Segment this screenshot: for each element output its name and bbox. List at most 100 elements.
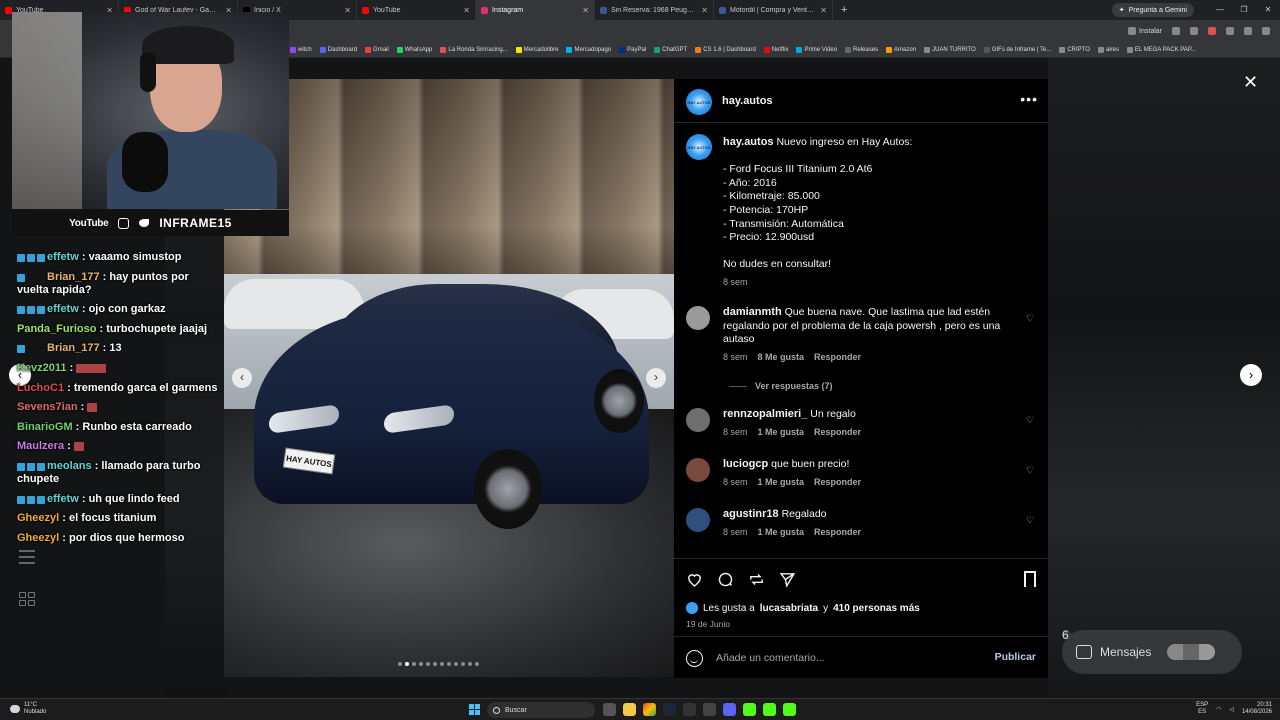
steam-icon[interactable] [663,703,676,716]
bookmark-item[interactable]: GIFs de Inframe | Te... [983,46,1051,53]
publish-button[interactable]: Publicar [995,651,1036,663]
chat-username[interactable]: Brian_177 [47,342,100,354]
comment-like-heart-icon[interactable]: ♡ [1026,466,1036,475]
kick-icon[interactable] [743,703,756,716]
bookmark-item[interactable]: Dashboard [319,46,357,53]
repost-icon[interactable] [748,571,765,588]
next-post-button[interactable]: › [1240,364,1262,386]
comment-likes[interactable]: 1 Me gusta [758,476,805,490]
app-icon[interactable] [703,703,716,716]
task-view-icon[interactable] [603,703,616,716]
chat-username[interactable]: Gheezyl [17,512,59,524]
bookmark-item[interactable]: Mercadopago [566,46,611,53]
reply-button[interactable]: Responder [814,426,861,440]
chat-username[interactable]: Maulzera [17,440,64,452]
bookmark-item[interactable]: CRIPTO [1059,46,1090,53]
close-modal-icon[interactable]: ✕ [1243,73,1258,91]
bookmark-item[interactable]: Amazon [886,46,916,53]
view-replies-button[interactable]: Ver respuestas (7) [729,381,833,391]
chat-username[interactable]: LuchoC1 [17,382,64,394]
more-options-icon[interactable]: ••• [1020,91,1038,107]
chrome-icon[interactable] [643,703,656,716]
volume-icon[interactable]: ◁ [1229,706,1234,713]
author-avatar[interactable]: HAY AUTOS [686,89,712,115]
commenter-username[interactable]: damianmth [723,306,782,318]
carousel-next-button[interactable]: › [646,368,666,388]
taskbar-search[interactable]: Buscar [487,702,595,718]
bookmark-item[interactable]: EL MEGA PACK PAP... [1126,46,1196,53]
bookmark-item[interactable]: Mercadolibre [515,46,558,53]
windows-start-icon[interactable] [469,704,480,715]
save-bookmark-icon[interactable] [1024,571,1036,587]
commenter-username[interactable]: luciogcp [723,458,768,470]
kick-icon[interactable] [763,703,776,716]
chat-username[interactable]: effetw [47,493,79,505]
share-icon[interactable] [779,571,796,588]
bookmark-item[interactable]: La Ronda Simracing... [440,46,508,53]
language-indicator[interactable]: ESP ES [1196,702,1208,716]
bookmark-item[interactable]: Gmail [365,46,389,53]
caption-avatar[interactable]: HAY AUTOS [686,134,712,160]
bookmark-item[interactable]: witch [290,46,312,53]
bookmark-item[interactable]: WhatsApp [396,46,432,53]
chat-username[interactable]: BinarioGM [17,421,73,433]
maximize-icon[interactable]: ❐ [1232,0,1256,20]
file-explorer-icon[interactable] [623,703,636,716]
chat-username[interactable]: Sevens7ian [17,401,78,413]
bookmark-item[interactable]: Releases [845,46,878,53]
minimize-icon[interactable]: — [1208,0,1232,20]
comment-icon[interactable] [717,571,734,588]
comment-like-heart-icon[interactable]: ♡ [1026,314,1036,323]
comment-like-heart-icon[interactable]: ♡ [1026,416,1036,425]
chat-username[interactable]: Panda_Furioso [17,323,96,335]
author-username[interactable]: hay.autos [722,95,773,107]
chat-username[interactable]: effetw [47,251,79,263]
commenter-avatar[interactable] [686,306,710,330]
likes-summary[interactable]: Les gusta a lucasabriata y 410 personas … [686,602,920,614]
commenter-avatar[interactable] [686,408,710,432]
kick-icon[interactable] [783,703,796,716]
app-icon[interactable] [683,703,696,716]
reply-button[interactable]: Responder [814,476,861,490]
bookmark-item[interactable]: aires [1097,46,1119,53]
discord-icon[interactable] [723,703,736,716]
chat-username[interactable]: Gheezyl [17,532,59,544]
apps-grid-icon[interactable] [19,592,35,606]
reply-button[interactable]: Responder [814,351,861,365]
like-heart-icon[interactable] [686,571,703,588]
chat-username[interactable]: meolans [47,460,92,472]
browser-tab[interactable]: Motordil | Compra y Venta de ✕ [714,0,833,20]
commenter-username[interactable]: rennzopalmieri_ [723,408,807,420]
comment-likes[interactable]: 1 Me gusta [758,526,805,540]
chat-username[interactable]: effetw [47,303,79,315]
messages-button[interactable]: Mensajes [1062,630,1242,674]
bookmark-item[interactable]: Prime Video [796,46,837,53]
menu-icon[interactable] [1262,27,1270,35]
browser-tab[interactable]: YouTube ✕ [357,0,476,20]
tab-close-icon[interactable]: ✕ [820,6,827,15]
tab-close-icon[interactable]: ✕ [344,6,351,15]
bookmark-item[interactable]: CS 1.6 | Dashboard [695,46,756,53]
profile-icon[interactable] [1226,27,1234,35]
extension-icon[interactable] [1208,27,1216,35]
tab-close-icon[interactable]: ✕ [463,6,470,15]
star-icon[interactable] [1190,27,1198,35]
wifi-icon[interactable]: ◠ [1216,706,1221,713]
bookmark-item[interactable]: JUAN TURRITO [924,46,976,53]
chat-username[interactable]: Brian_177 [47,271,100,283]
tab-close-icon[interactable]: ✕ [701,6,708,15]
reply-button[interactable]: Responder [814,526,861,540]
close-window-icon[interactable]: ✕ [1256,0,1280,20]
bookmark-item[interactable]: ChatGPT [654,46,687,53]
comment-input[interactable] [716,649,986,667]
comment-likes[interactable]: 1 Me gusta [758,426,805,440]
bookmark-item[interactable]: PayPal [619,46,646,53]
weather-widget[interactable]: 11°C Nublado [10,702,46,716]
bookmark-item[interactable]: Netflix [763,46,788,53]
clock[interactable]: 20:31 14/08/2026 [1242,702,1272,716]
puzzle-icon[interactable] [1244,27,1252,35]
menu-icon[interactable] [19,550,35,564]
chat-username[interactable]: Kevz2011 [17,362,67,374]
emoji-icon[interactable] [686,650,703,667]
caption-username[interactable]: hay.autos [723,136,774,148]
